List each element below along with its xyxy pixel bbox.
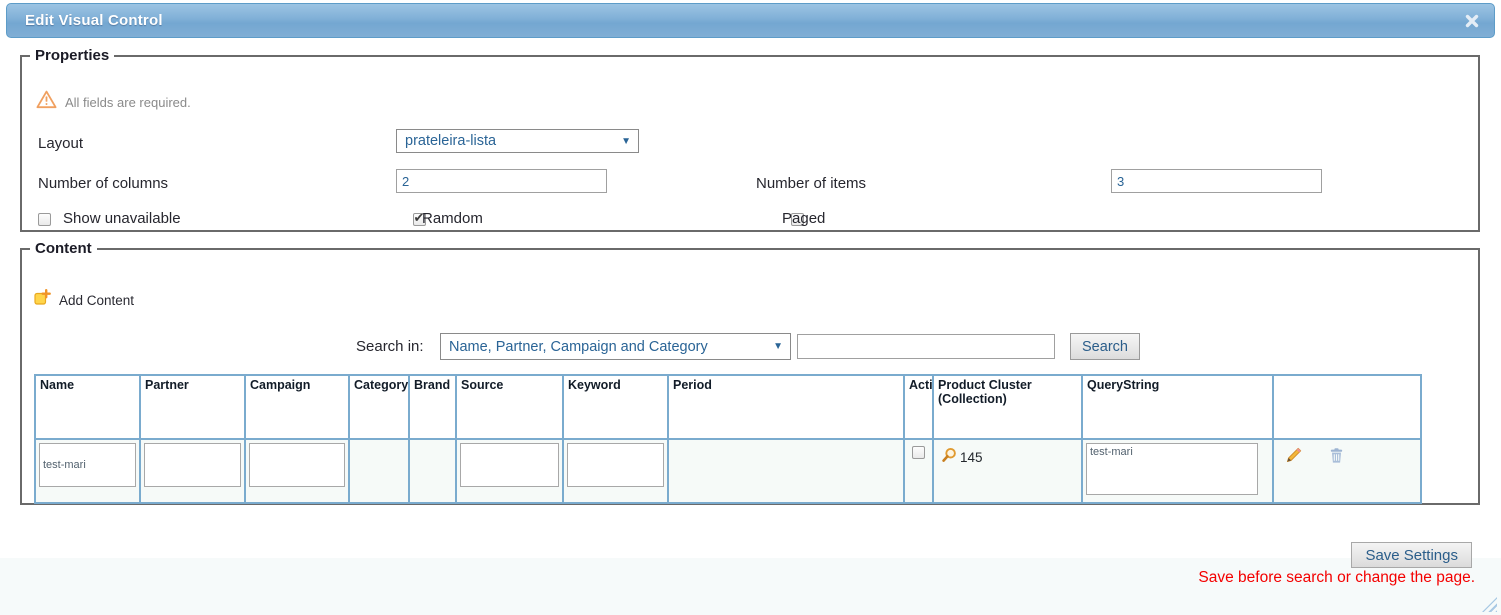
add-content-icon — [34, 289, 51, 311]
edit-visual-control-dialog: Edit Visual Control Properties All field… — [0, 0, 1501, 615]
row-brand-cell — [409, 439, 456, 503]
row-period-cell — [668, 439, 904, 503]
search-in-label: Search in: — [356, 338, 424, 355]
col-header-name: Name — [35, 375, 140, 439]
paged-label: Paged — [782, 210, 825, 227]
show-unavailable-label: Show unavailable — [63, 210, 181, 227]
dialog-titlebar: Edit Visual Control — [6, 3, 1495, 38]
number-of-items-label: Number of items — [756, 175, 866, 192]
magnifier-icon[interactable] — [941, 447, 957, 468]
col-header-querystring: QueryString — [1082, 375, 1273, 439]
search-button[interactable]: Search — [1070, 333, 1140, 360]
required-warning: All fields are required. — [36, 90, 191, 114]
random-label: Ramdom — [422, 210, 483, 227]
delete-trash-icon[interactable] — [1328, 447, 1345, 464]
row-source-input[interactable] — [460, 443, 559, 487]
col-header-source: Source — [456, 375, 563, 439]
content-legend: Content — [30, 240, 97, 257]
row-campaign-input[interactable] — [249, 443, 345, 487]
save-settings-button[interactable]: Save Settings — [1351, 542, 1472, 568]
dialog-title: Edit Visual Control — [25, 4, 163, 38]
number-of-items-input[interactable] — [1111, 169, 1322, 193]
close-icon[interactable] — [1464, 13, 1480, 29]
edit-pencil-icon[interactable] — [1285, 447, 1302, 464]
search-input[interactable] — [797, 334, 1055, 359]
search-filter-value: Name, Partner, Campaign and Category — [449, 339, 708, 355]
row-partner-input[interactable] — [144, 443, 241, 487]
chevron-down-icon: ▼ — [621, 136, 631, 147]
product-cluster-value: 145 — [960, 450, 983, 465]
col-header-period: Period — [668, 375, 904, 439]
col-header-keyword: Keyword — [563, 375, 668, 439]
add-content-button[interactable]: Add Content — [34, 289, 134, 311]
col-header-actions — [1273, 375, 1421, 439]
row-name-input[interactable] — [39, 443, 136, 487]
number-of-columns-input[interactable] — [396, 169, 607, 193]
table-row: ✔ 145 — [35, 439, 1421, 503]
show-unavailable-checkbox-wrap: ✔ — [38, 213, 51, 226]
row-keyword-input[interactable] — [567, 443, 664, 487]
layout-label: Layout — [38, 135, 83, 152]
col-header-brand: Brand — [409, 375, 456, 439]
content-section: Content Add Content Search in: Name, Par… — [20, 240, 1480, 505]
chevron-down-icon: ▼ — [773, 341, 783, 352]
properties-section: Properties All fields are required. Layo… — [20, 47, 1480, 232]
row-active-checkbox-wrap: ✔ — [912, 446, 925, 459]
add-content-label: Add Content — [59, 293, 134, 308]
table-header-row: Name Partner Campaign Category Brand Sou… — [35, 375, 1421, 439]
search-filter-select[interactable]: Name, Partner, Campaign and Category ▼ — [440, 333, 791, 360]
col-header-category: Category — [349, 375, 409, 439]
row-category-cell — [349, 439, 409, 503]
show-unavailable-checkbox[interactable] — [38, 213, 51, 226]
number-of-columns-label: Number of columns — [38, 175, 168, 192]
warning-text: All fields are required. — [65, 95, 191, 110]
layout-select[interactable]: prateleira-lista ▼ — [396, 129, 639, 153]
row-querystring-textarea[interactable]: test-mari — [1086, 443, 1258, 495]
properties-legend: Properties — [30, 47, 114, 64]
content-table: Name Partner Campaign Category Brand Sou… — [34, 374, 1422, 504]
col-header-partner: Partner — [140, 375, 245, 439]
col-header-active: Activ — [904, 375, 933, 439]
layout-select-value: prateleira-lista — [405, 133, 496, 149]
col-header-campaign: Campaign — [245, 375, 349, 439]
col-header-product-cluster: Product Cluster (Collection) — [933, 375, 1082, 439]
save-warning-text: Save before search or change the page. — [1198, 569, 1475, 587]
row-active-checkbox[interactable] — [912, 446, 925, 459]
warning-triangle-icon — [36, 90, 57, 114]
